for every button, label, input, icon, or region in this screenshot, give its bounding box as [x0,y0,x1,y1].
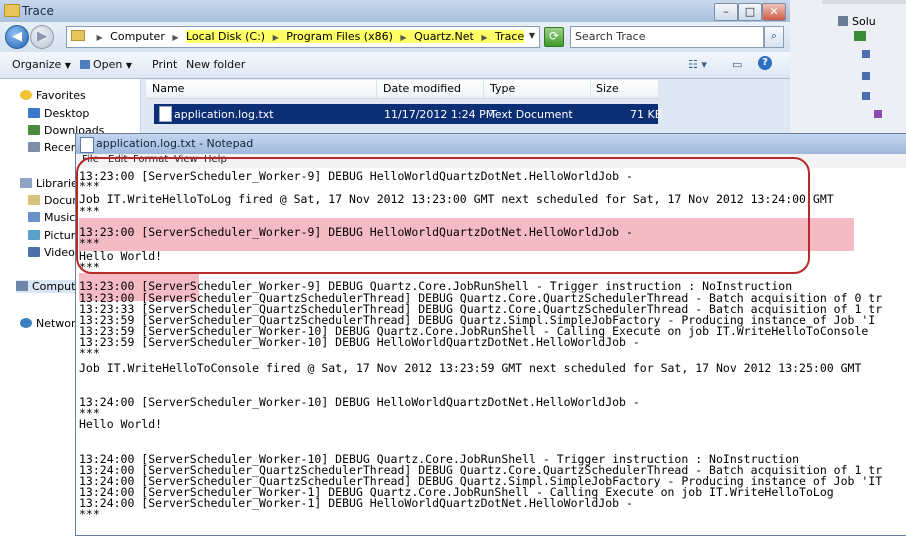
text-file-icon [159,106,172,122]
star-icon [20,90,32,100]
pictures-icon [28,230,40,240]
chevron-down-icon[interactable]: ▼ [529,31,535,40]
forward-button[interactable]: ▶ [30,25,54,49]
notepad-icon [80,137,94,153]
back-button[interactable]: ◀ [5,25,29,49]
column-size[interactable]: Size [590,80,659,98]
computer-icon [16,281,28,291]
open-button[interactable]: Open ▼ [80,58,132,71]
column-name[interactable]: Name [146,80,377,98]
chevron-right-icon: ▶ [96,33,103,42]
help-icon[interactable]: ? [758,56,772,70]
folder-icon [4,4,20,17]
annotation-highlight-box [76,157,810,274]
minimize-button[interactable]: – [714,3,738,21]
breadcrumb-trace[interactable]: Trace [495,30,524,43]
documents-icon [28,195,40,205]
breadcrumb-quartz[interactable]: Quartz.Net [414,30,474,43]
maximize-button[interactable]: □ [738,3,762,21]
nav-videos[interactable]: Videos [28,246,81,259]
breadcrumb-computer[interactable]: Computer [110,30,165,43]
solution-icon [838,16,848,26]
network-icon [20,318,32,328]
recent-icon [28,142,40,152]
libraries-icon [20,178,32,188]
new-folder-button[interactable]: New folder [186,58,245,71]
log-line: *** [79,507,100,521]
preview-pane-icon[interactable]: ▭ [732,58,742,71]
nav-favorites[interactable]: Favorites [20,89,86,102]
explorer-title-bar: Trace – □ ✕ [0,0,790,22]
file-type: Text Document [490,108,573,121]
reference-icon [862,92,870,100]
refresh-icon[interactable]: ⟳ [544,27,564,47]
nav-music[interactable]: Music [28,211,75,224]
folder-small-icon [71,30,85,41]
chevron-right-icon: ▶ [400,33,407,42]
file-row[interactable]: application.log.txt 11/17/2012 1:24 PM T… [154,104,662,124]
log-line: Job IT.WriteHelloToConsole fired @ Sat, … [79,361,862,375]
solution-explorer-label: Solu [852,15,876,28]
close-button[interactable]: ✕ [762,3,786,21]
nav-network[interactable]: Network [20,317,82,330]
column-date-modified[interactable]: Date modified [377,80,484,98]
ide-strip [822,0,906,4]
log-line: *** [79,346,100,360]
address-bar[interactable]: ▶ Computer ▶ Local Disk (C:) ▶ Program F… [66,26,540,48]
music-icon [28,212,40,222]
file-date: 11/17/2012 1:24 PM [384,108,496,121]
file-size: 71 KB [630,108,663,121]
print-button[interactable]: Print [152,58,177,71]
explorer-toolbar: Organize ▼ Open ▼ Print New folder ☷ ▾ ▭… [0,52,790,79]
address-bar-row: ◀ ▶ ▶ Computer ▶ Local Disk (C:) ▶ Progr… [0,22,790,52]
chevron-right-icon: ▶ [272,33,279,42]
breadcrumb-program-files[interactable]: Program Files (x86) [286,30,393,43]
breadcrumb-local-disk[interactable]: Local Disk (C:) [186,30,265,43]
organize-button[interactable]: Organize ▼ [12,58,71,71]
nav-desktop[interactable]: Desktop [28,107,89,120]
nav-recent[interactable]: Recent [28,141,82,154]
search-icon[interactable]: ⌕ [764,26,784,48]
log-line: Hello World! [79,417,163,431]
explorer-title: Trace [22,4,54,18]
nav-libraries[interactable]: Libraries [20,177,84,190]
chevron-right-icon: ▶ [481,33,488,42]
reference-icon [862,50,870,58]
column-type[interactable]: Type [484,80,591,98]
view-options-icon[interactable]: ☷ ▾ [688,58,707,71]
log-line: 13:23:59 [ServerScheduler_Worker-10] DEB… [79,335,640,349]
log-line: 13:24:00 [ServerScheduler_Worker-10] DEB… [79,395,640,409]
search-placeholder: Search Trace [575,30,646,43]
notepad-title: application.log.txt - Notepad [96,137,254,150]
notepad-title-bar: application.log.txt - Notepad [76,134,906,154]
file-icon [874,110,882,118]
file-name: application.log.txt [174,108,274,121]
chevron-right-icon: ▶ [172,33,179,42]
log-line: 13:24:00 [ServerScheduler_Worker-1] DEBU… [79,496,633,510]
open-icon [80,60,90,69]
project-icon [854,31,866,41]
file-list-header: Name Date modified Type Size [146,80,659,99]
videos-icon [28,247,40,257]
downloads-icon [28,125,40,135]
nav-pictures[interactable]: Picture [28,229,82,242]
desktop-icon [28,108,40,118]
search-input[interactable]: Search Trace [570,26,764,48]
reference-icon [862,72,870,80]
